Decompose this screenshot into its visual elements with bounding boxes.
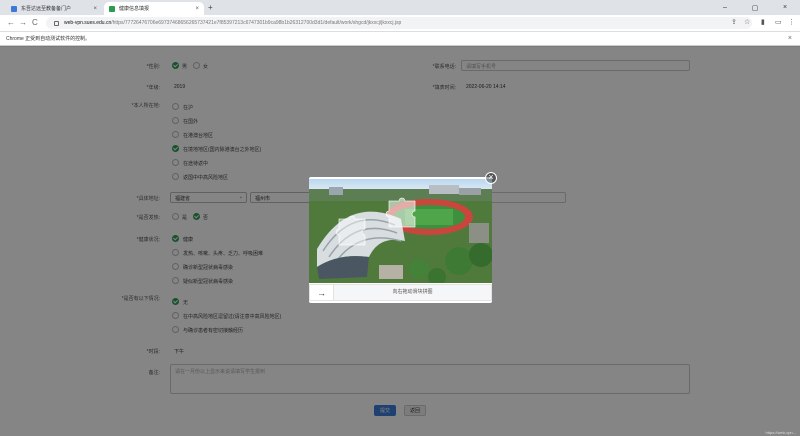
infobar-close-icon[interactable]: × (788, 32, 792, 46)
profile-icon[interactable]: ▭ (775, 18, 782, 26)
slider-handle[interactable]: → (310, 285, 334, 300)
back-icon[interactable]: ← (7, 18, 15, 27)
menu-icon[interactable]: ⋮ (788, 18, 795, 26)
captcha-close-icon[interactable]: × (485, 172, 497, 184)
reload-icon[interactable]: C (32, 18, 38, 27)
window-close-icon[interactable]: × (770, 0, 800, 15)
sidebar-icon[interactable]: ▮ (761, 18, 765, 26)
close-tab-icon[interactable]: × (93, 6, 97, 12)
tab-strip: 东吾达远至教备备门户 × 健康信息填报 × + – ▢ × (0, 0, 800, 15)
tab-portal[interactable]: 东吾达远至教备备门户 × (6, 2, 102, 15)
close-tab-icon[interactable]: × (195, 6, 199, 12)
toolbar: ← → C web-vpn.sues.edu.cn /https/7772647… (0, 15, 800, 32)
health-favicon-icon (109, 5, 115, 12)
slider-captcha-dialog: → 向右拖动滑块拼图 (309, 177, 492, 303)
automation-infobar: Chrome 正受到自动测试软件的控制。 × (0, 32, 800, 46)
tab-health-report[interactable]: 健康信息填报 × (104, 2, 204, 15)
url-path: /https/77726476706e69737468656265737421e… (111, 20, 402, 26)
infobar-text: Chrome 正受到自动测试软件的控制。 (6, 36, 91, 42)
captcha-image (309, 179, 492, 283)
lock-icon (54, 20, 59, 26)
url-host: web-vpn.sues.edu.cn (64, 20, 112, 26)
url-bar[interactable]: web-vpn.sues.edu.cn /https/77726476706e6… (46, 17, 752, 29)
new-tab-button[interactable]: + (208, 3, 213, 12)
status-link-preview: https://web-vpn... (765, 430, 796, 435)
arrow-right-icon: → (317, 287, 326, 298)
maximize-icon[interactable]: ▢ (740, 0, 770, 15)
minimize-icon[interactable]: – (710, 0, 740, 15)
tab-title: 健康信息填报 (119, 6, 150, 12)
bookmark-star-icon[interactable]: ☆ (744, 18, 750, 26)
stadium-photo-icon (309, 179, 492, 283)
tab-title: 东吾达远至教备备门户 (21, 6, 72, 12)
slider-track[interactable]: → 向右拖动滑块拼图 (309, 284, 492, 301)
forward-icon[interactable]: → (19, 18, 27, 27)
slider-hint: 向右拖动滑块拼图 (392, 289, 433, 295)
portal-favicon-icon (11, 5, 17, 12)
share-icon[interactable]: ⇪ (731, 18, 737, 26)
